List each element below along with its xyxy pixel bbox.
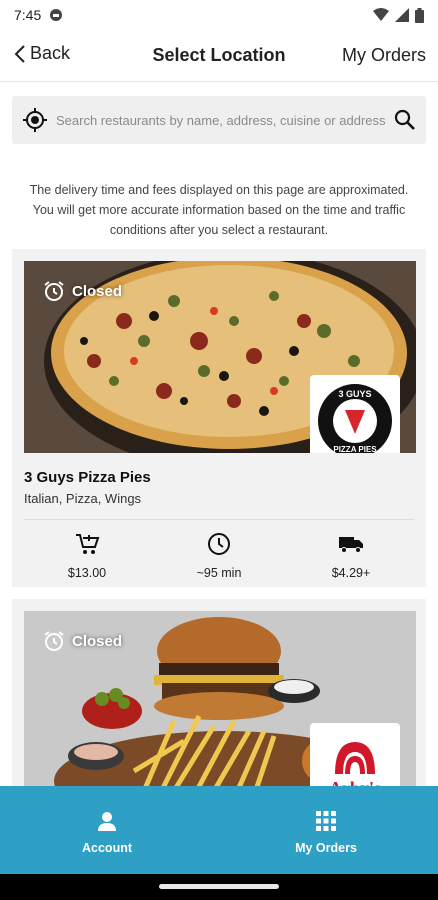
search-bar <box>12 96 426 144</box>
grid-icon <box>316 811 336 831</box>
status-time: 7:45 <box>14 7 42 23</box>
delivery-notice: The delivery time and fees displayed on … <box>29 183 409 237</box>
my-orders-link[interactable]: My Orders <box>342 45 426 66</box>
app-notification-icon <box>50 9 63 21</box>
min-order-stat: $13.00 <box>27 531 147 580</box>
restaurant-photo: Closed Arby's <box>24 611 416 803</box>
status-bar: 7:45 <box>0 0 438 30</box>
cart-plus-icon <box>76 534 100 554</box>
restaurant-photo: Closed 3 GUYS PIZZA PIES <box>24 261 416 453</box>
min-order-value: $13.00 <box>67 566 107 580</box>
search-input[interactable] <box>56 112 394 128</box>
restaurant-card[interactable]: Closed 3 GUYS PIZZA PIES 3 Guys Pizza Pi… <box>12 249 426 587</box>
nav-my-orders[interactable]: My Orders <box>256 810 396 855</box>
restaurant-cuisine: Italian, Pizza, Wings <box>24 491 142 506</box>
closed-badge: Closed <box>42 279 122 303</box>
cell-signal-icon <box>395 8 409 22</box>
nav-account[interactable]: Account <box>37 810 177 855</box>
search-icon[interactable] <box>394 109 416 131</box>
restaurant-logo: 3 GUYS PIZZA PIES <box>310 375 400 453</box>
back-chevron-icon <box>14 44 25 63</box>
svg-text:3 GUYS: 3 GUYS <box>338 389 371 399</box>
closed-label: Closed <box>72 282 123 300</box>
delivery-truck-icon <box>339 537 363 553</box>
delivery-fee-value: $4.29+ <box>331 566 371 580</box>
location-target-icon[interactable] <box>22 107 48 133</box>
bottom-navigation: Account My Orders <box>0 786 438 874</box>
restaurant-card[interactable]: Closed Arby's <box>12 599 426 803</box>
back-label: Back <box>30 43 71 63</box>
delivery-time-stat: ~95 min <box>159 531 279 580</box>
delivery-time-value: ~95 min <box>196 566 242 580</box>
restaurant-name: 3 Guys Pizza Pies <box>24 469 151 486</box>
person-icon <box>98 812 116 831</box>
divider <box>24 519 414 520</box>
alarm-clock-icon <box>44 631 64 651</box>
home-gesture-handle[interactable] <box>159 884 279 889</box>
svg-text:PIZZA PIES: PIZZA PIES <box>333 445 377 453</box>
app-bar: Back Select Location My Orders <box>0 30 438 82</box>
alarm-clock-icon <box>44 281 64 301</box>
battery-icon <box>415 7 424 23</box>
wifi-icon <box>373 8 389 21</box>
3-guys-pizza-logo: 3 GUYS PIZZA PIES <box>318 384 392 453</box>
nav-account-label: Account <box>82 841 132 855</box>
system-gesture-bar <box>0 874 438 900</box>
delivery-fee-stat: $4.29+ <box>291 531 411 580</box>
back-button[interactable]: Back <box>14 43 70 64</box>
clock-icon <box>208 533 230 555</box>
closed-badge: Closed <box>42 629 122 653</box>
closed-label: Closed <box>72 632 123 650</box>
nav-my-orders-label: My Orders <box>295 841 357 855</box>
